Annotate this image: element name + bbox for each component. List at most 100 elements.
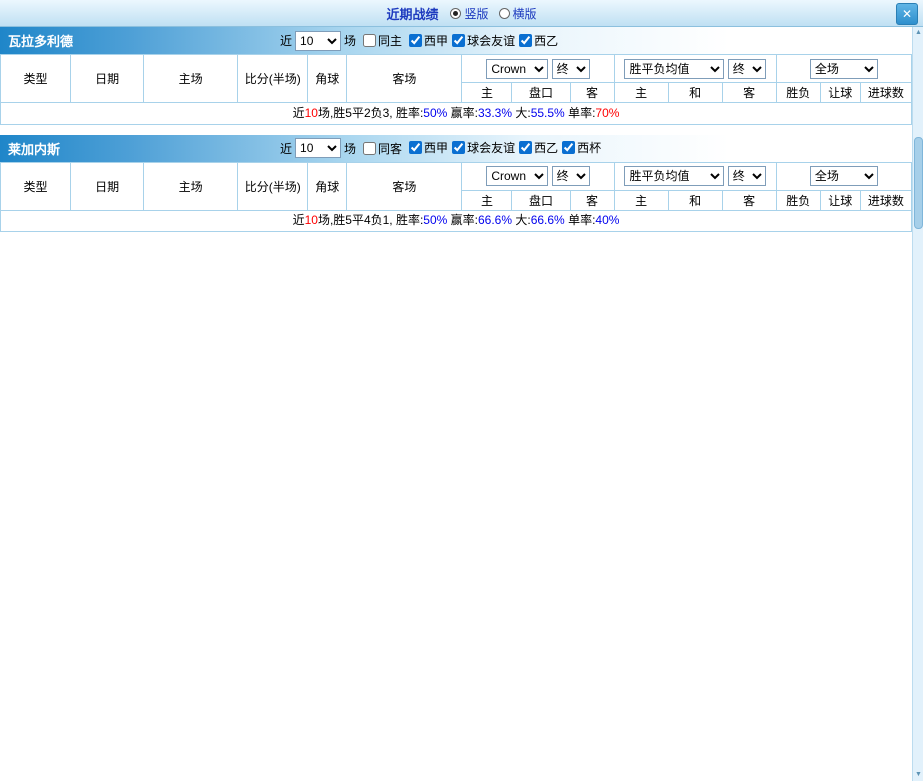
summary-segment: 55.5% <box>530 105 565 120</box>
asian-odds-header: Crown 终 <box>461 54 615 83</box>
col-type: 类型 <box>0 54 72 103</box>
league-filters: 西甲 球会友谊 西乙 西杯 <box>405 139 601 157</box>
col-odds-away: 客 <box>569 189 615 211</box>
col-handicap: 盘口 <box>511 82 571 103</box>
match-count-select[interactable]: 10 <box>295 30 342 51</box>
col-avg-home: 主 <box>613 189 669 211</box>
league-label: 球会友谊 <box>467 33 516 48</box>
avg-odds-select[interactable]: 胜平负均值 <box>624 166 725 186</box>
radio-vertical-label: 竖版 <box>464 6 489 21</box>
summary-segment: 单率: <box>564 213 596 227</box>
col-result: 胜负 <box>775 82 821 103</box>
league-checkbox[interactable] <box>519 33 533 47</box>
league-checkbox[interactable] <box>562 141 576 154</box>
team-name-title: 莱加内斯 <box>8 141 61 157</box>
summary-segment: 场,胜5平4负1, 胜率: <box>317 213 424 227</box>
league-checkbox[interactable] <box>409 141 423 154</box>
league-label: 西甲 <box>424 33 449 48</box>
filter-bar: 近 10 场 同主 西甲 球会友谊 西乙 <box>280 30 558 51</box>
col-avg-home: 主 <box>613 82 669 103</box>
team-section-leganes: 莱加内斯 近 10 场 同客 西甲 球会友谊 西乙 西杯 类型 日期 主场 比分(半场… <box>0 134 913 232</box>
radio-horizontal[interactable]: 横版 <box>498 5 537 22</box>
col-date: 日期 <box>70 54 145 103</box>
summary-segment: 大: <box>512 105 531 120</box>
summary-segment: 33.3% <box>478 105 513 120</box>
league-filter[interactable]: 西乙 <box>519 32 558 49</box>
col-goals: 进球数 <box>859 189 913 211</box>
team-header-bar: 莱加内斯 近 10 场 同客 西甲 球会友谊 西乙 西杯 <box>0 134 912 162</box>
summary-segment: 赢率: <box>447 213 478 227</box>
league-checkbox[interactable] <box>409 33 423 47</box>
same-venue-label: 同主 <box>378 34 403 48</box>
match-count-select[interactable]: 10 <box>295 138 342 158</box>
league-filter[interactable]: 西杯 <box>562 139 601 156</box>
col-away: 客场 <box>346 161 463 211</box>
league-filter[interactable]: 西甲 <box>409 139 448 156</box>
col-home: 主场 <box>143 54 239 103</box>
team-header-bar: 瓦拉多利德 近 10 场 同主 西甲 球会友谊 西乙 <box>0 27 912 54</box>
page-title: 近期战绩 <box>386 6 439 22</box>
close-button[interactable]: ✕ <box>896 3 918 25</box>
summary-segment: 近 <box>292 105 305 120</box>
layout-radio-group: 竖版 横版 <box>450 5 537 22</box>
same-venue-filter[interactable]: 同主 <box>363 32 402 49</box>
fulltime-select[interactable]: 全场 <box>809 166 878 186</box>
league-checkbox[interactable] <box>452 141 466 154</box>
bookmaker-select[interactable]: Crown <box>486 58 549 79</box>
summary-segment: 场,胜5平2负3, 胜率: <box>317 105 424 120</box>
radio-vertical-dot[interactable] <box>450 7 462 19</box>
scrollbar-track[interactable]: ▲ ▼ <box>912 27 923 781</box>
col-avg-draw: 和 <box>667 189 723 211</box>
league-label: 西乙 <box>534 141 559 155</box>
final-odds-select[interactable]: 终 <box>551 166 590 186</box>
radio-vertical[interactable]: 竖版 <box>450 5 489 22</box>
col-corners: 角球 <box>307 54 348 103</box>
league-filter[interactable]: 球会友谊 <box>452 32 515 49</box>
summary-segment: 近 <box>292 213 305 227</box>
scrollbar-thumb[interactable] <box>914 137 923 229</box>
summary-segment: 50% <box>423 213 448 227</box>
matches-table: 类型 日期 主场 比分(半场) 角球 客场 Crown 终 胜平负均值 终 全场 <box>0 54 913 103</box>
col-avg-away: 客 <box>721 189 777 211</box>
radio-horizontal-label: 横版 <box>512 6 537 21</box>
final-odds-select[interactable]: 终 <box>551 58 590 79</box>
league-filter[interactable]: 西甲 <box>409 32 448 49</box>
team-name-title: 瓦拉多利德 <box>8 34 74 49</box>
radio-horizontal-dot[interactable] <box>498 7 510 19</box>
summary-segment: 单率: <box>564 105 596 120</box>
summary-segment: 66.6% <box>530 213 565 227</box>
fulltime-header: 全场 <box>775 54 913 83</box>
titlebar: 近期战绩 竖版 横版 ✕ <box>0 0 923 27</box>
summary-segment: 大: <box>512 213 531 227</box>
col-away: 客场 <box>346 54 463 103</box>
league-checkbox[interactable] <box>519 141 533 154</box>
same-venue-checkbox[interactable] <box>363 141 377 155</box>
league-filter[interactable]: 球会友谊 <box>452 139 515 156</box>
league-label: 西甲 <box>424 141 449 155</box>
asian-odds-header: Crown 终 <box>461 161 615 191</box>
col-avg-away: 客 <box>721 82 777 103</box>
scroll-up-arrow[interactable]: ▲ <box>913 27 923 39</box>
col-handicap: 盘口 <box>511 189 571 211</box>
col-avg-draw: 和 <box>667 82 723 103</box>
final-odds-select[interactable]: 终 <box>727 166 766 186</box>
final-odds-select[interactable]: 终 <box>727 58 766 79</box>
col-handicap-result: 让球 <box>819 189 861 211</box>
league-checkbox[interactable] <box>452 33 466 47</box>
scroll-down-arrow[interactable]: ▼ <box>913 769 923 781</box>
col-goals: 进球数 <box>859 82 913 103</box>
near-label: 近 <box>280 141 293 156</box>
summary-segment: 赢率: <box>447 105 478 120</box>
league-label: 西杯 <box>577 141 602 155</box>
same-venue-checkbox[interactable] <box>363 34 377 47</box>
fulltime-header: 全场 <box>775 161 913 191</box>
fulltime-select[interactable]: 全场 <box>809 58 878 79</box>
league-filter[interactable]: 西乙 <box>519 139 558 156</box>
league-label: 西乙 <box>534 33 559 48</box>
summary-segment: 50% <box>423 105 448 120</box>
avg-odds-select[interactable]: 胜平负均值 <box>624 58 725 79</box>
games-label: 场 <box>344 141 357 156</box>
same-venue-filter[interactable]: 同客 <box>363 140 402 157</box>
col-odds-home: 主 <box>461 189 513 211</box>
bookmaker-select[interactable]: Crown <box>486 166 549 186</box>
